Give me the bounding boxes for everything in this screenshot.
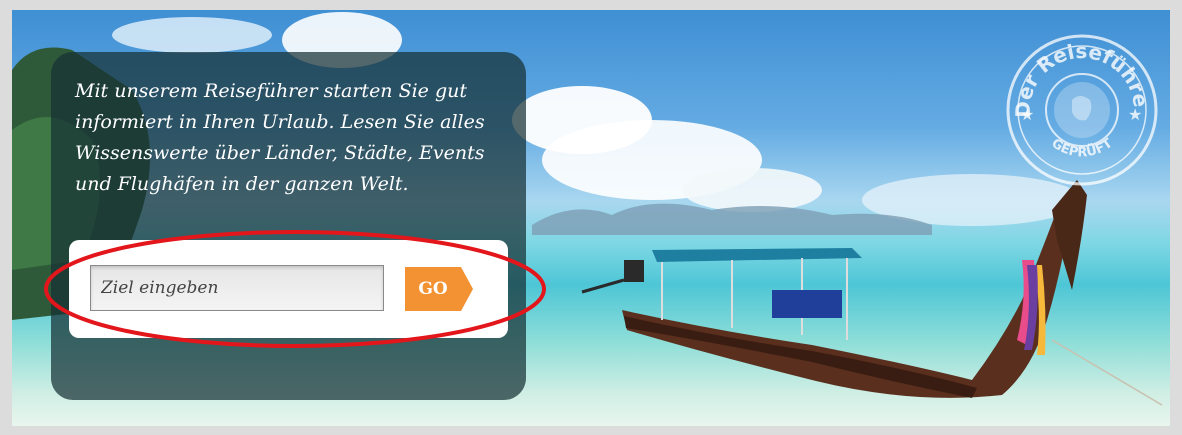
go-button[interactable]: GO [405,267,473,311]
intro-text: Mit unserem Reiseführer starten Sie gut … [75,80,485,195]
go-button-label: GO [418,279,448,299]
hero-banner: ★ ★ Der ReiseführerGEPRÜFT Mit unserem R… [12,10,1170,426]
stamp-bottom-text: GEPRÜFT [1049,136,1116,160]
reisefuehrer-stamp-icon: ★ ★ Der ReiseführerGEPRÜFT [1002,30,1158,186]
destination-search-input[interactable] [90,265,384,311]
destination-search-box: GO [69,240,508,338]
intro-panel: Mit unserem Reiseführer starten Sie gut … [51,52,526,400]
